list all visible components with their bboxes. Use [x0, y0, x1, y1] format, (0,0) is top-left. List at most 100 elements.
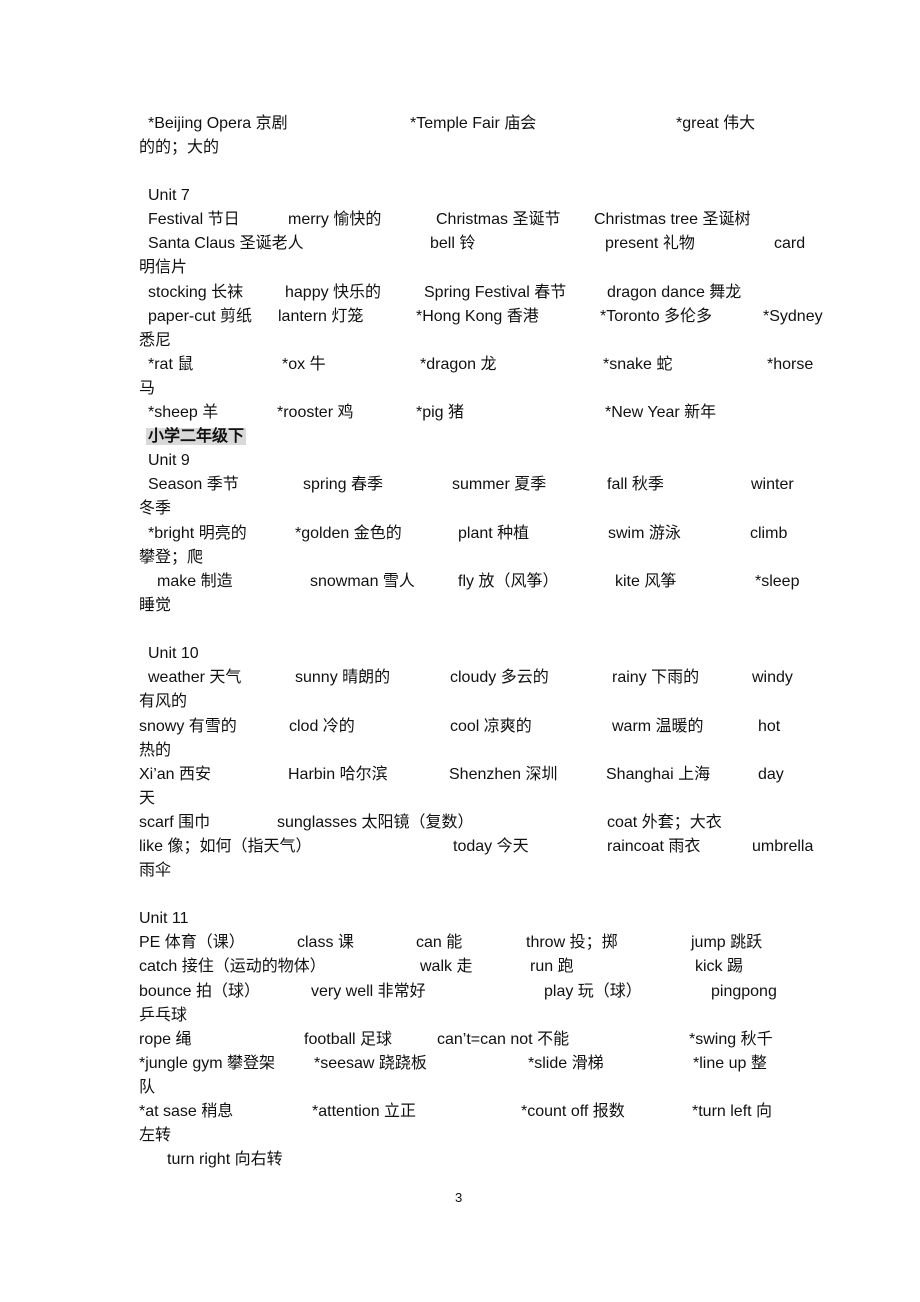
- vocab-entry: happy 快乐的: [285, 284, 382, 301]
- vocab-entry: *swing 秋千: [689, 1031, 773, 1048]
- vocab-entry: Xi’an 西安: [139, 766, 212, 783]
- vocab-entry: *pig 猪: [416, 404, 465, 421]
- vocab-entry: 攀登；爬: [139, 549, 204, 566]
- vocab-entry: cloudy 多云的: [450, 669, 549, 686]
- vocab-entry: pingpong: [711, 983, 777, 1000]
- vocab-entry: fly 放（风筝）: [458, 573, 559, 590]
- vocab-entry: rope 绳: [139, 1031, 192, 1048]
- vocab-entry: sunny 晴朗的: [295, 669, 391, 686]
- vocab-entry: *bright 明亮的: [148, 525, 247, 542]
- vocab-entry: weather 天气: [148, 669, 242, 686]
- vocab-entry: plant 种植: [458, 525, 530, 542]
- vocab-entry: snowy 有雪的: [139, 718, 237, 735]
- vocab-entry: Shenzhen 深圳: [449, 766, 558, 783]
- vocab-entry: 雨伞: [139, 862, 172, 879]
- vocab-entry: *Sydney: [763, 308, 823, 325]
- vocab-entry: Spring Festival 春节: [424, 284, 567, 301]
- vocab-entry: 左转: [139, 1127, 172, 1144]
- page-number: 3: [455, 1190, 463, 1205]
- vocab-entry: *jungle gym 攀登架: [139, 1055, 276, 1072]
- vocab-entry: 冬季: [139, 500, 172, 517]
- vocab-entry: *seesaw 跷跷板: [314, 1055, 427, 1072]
- highlighted-grade-heading: 小学二年级下: [146, 428, 247, 445]
- vocab-entry: winter: [751, 476, 794, 493]
- vocab-entry: *line up 整: [693, 1055, 767, 1072]
- vocab-entry: clod 冷的: [289, 718, 355, 735]
- vocab-entry: PE 体育（课）: [139, 934, 245, 951]
- vocab-entry: Festival 节日: [148, 211, 240, 228]
- vocab-entry: 悉尼: [139, 332, 172, 349]
- vocab-entry: swim 游泳: [608, 525, 681, 542]
- vocab-entry: scarf 围巾: [139, 814, 211, 831]
- vocab-entry: 的的；大的: [139, 139, 220, 156]
- vocab-entry: Harbin 哈尔滨: [288, 766, 388, 783]
- vocab-entry: present 礼物: [605, 235, 695, 252]
- vocab-entry: 热的: [139, 742, 172, 759]
- vocab-entry: coat 外套；大衣: [607, 814, 722, 831]
- vocab-entry: *golden 金色的: [295, 525, 402, 542]
- vocab-entry: *count off 报数: [521, 1103, 625, 1120]
- vocab-entry: spring 春季: [303, 476, 384, 493]
- vocab-entry: Shanghai 上海: [606, 766, 711, 783]
- vocab-entry: jump 跳跃: [691, 934, 763, 951]
- vocab-entry: *ox 牛: [282, 356, 326, 373]
- vocab-entry: *New Year 新年: [605, 404, 717, 421]
- vocab-entry: umbrella: [752, 838, 814, 855]
- vocab-entry: *Hong Kong 香港: [416, 308, 539, 325]
- vocab-entry: throw 投；掷: [526, 934, 618, 951]
- vocab-entry: summer 夏季: [452, 476, 547, 493]
- vocab-entry: *horse: [767, 356, 814, 373]
- vocab-entry: *Temple Fair 庙会: [410, 115, 537, 132]
- vocab-entry: *dragon 龙: [420, 356, 497, 373]
- vocab-entry: climb: [750, 525, 788, 542]
- vocab-entry: 天: [139, 790, 156, 807]
- vocab-entry: football 足球: [304, 1031, 393, 1048]
- vocab-entry: snowman 雪人: [310, 573, 415, 590]
- vocab-entry: *slide 滑梯: [528, 1055, 604, 1072]
- vocab-entry: card: [774, 235, 806, 252]
- vocab-entry: 马: [139, 380, 156, 397]
- vocab-entry: *sheep 羊: [148, 404, 219, 421]
- vocab-entry: stocking 长袜: [148, 284, 244, 301]
- vocab-entry: lantern 灯笼: [278, 308, 364, 325]
- vocab-entry: 有风的: [139, 693, 188, 710]
- vocab-entry: *turn left 向: [692, 1103, 773, 1120]
- vocab-entry: cool 凉爽的: [450, 718, 532, 735]
- vocab-entry: rainy 下雨的: [612, 669, 700, 686]
- vocab-entry: very well 非常好: [311, 983, 426, 1000]
- vocab-entry: bell 铃: [430, 235, 476, 252]
- vocab-entry: *at sase 稍息: [139, 1103, 234, 1120]
- vocab-entry: make 制造: [157, 573, 233, 590]
- vocab-entry: day: [758, 766, 784, 783]
- vocab-entry: Santa Claus 圣诞老人: [148, 235, 304, 252]
- vocab-entry: catch 接住（运动的物体）: [139, 958, 326, 975]
- vocab-entry: can’t=can not 不能: [437, 1031, 570, 1048]
- vocab-entry: Christmas tree 圣诞树: [594, 211, 751, 228]
- vocab-entry: walk 走: [420, 958, 473, 975]
- vocab-entry: warm 温暖的: [612, 718, 704, 735]
- vocab-entry: *snake 蛇: [603, 356, 673, 373]
- vocab-entry: paper-cut 剪纸: [148, 308, 253, 325]
- vocab-entry: *rat 鼠: [148, 356, 194, 373]
- vocab-entry: *rooster 鸡: [277, 404, 354, 421]
- vocab-entry: *great 伟大: [676, 115, 756, 132]
- vocab-entry: today 今天: [453, 838, 529, 855]
- vocab-entry: play 玩（球）: [544, 983, 642, 1000]
- vocab-entry: *attention 立正: [312, 1103, 417, 1120]
- vocab-entry: *Toronto 多伦多: [600, 308, 713, 325]
- vocab-entry: Unit 11: [139, 910, 189, 927]
- vocab-entry: Christmas 圣诞节: [436, 211, 561, 228]
- vocab-entry: class 课: [297, 934, 354, 951]
- vocab-entry: turn right 向右转: [167, 1151, 283, 1168]
- vocab-entry: windy: [752, 669, 793, 686]
- vocab-entry: Unit 9: [148, 452, 190, 469]
- vocab-entry: Unit 10: [148, 645, 199, 662]
- vocab-entry: like 像；如何（指天气）: [139, 838, 312, 855]
- vocab-entry: 队: [139, 1079, 156, 1096]
- vocab-entry: dragon dance 舞龙: [607, 284, 742, 301]
- vocab-entry: 睡觉: [139, 597, 172, 614]
- vocab-entry: kite 风筝: [615, 573, 677, 590]
- vocab-entry: kick 踢: [695, 958, 744, 975]
- vocab-entry: Unit 7: [148, 187, 190, 204]
- vocab-entry: fall 秋季: [607, 476, 664, 493]
